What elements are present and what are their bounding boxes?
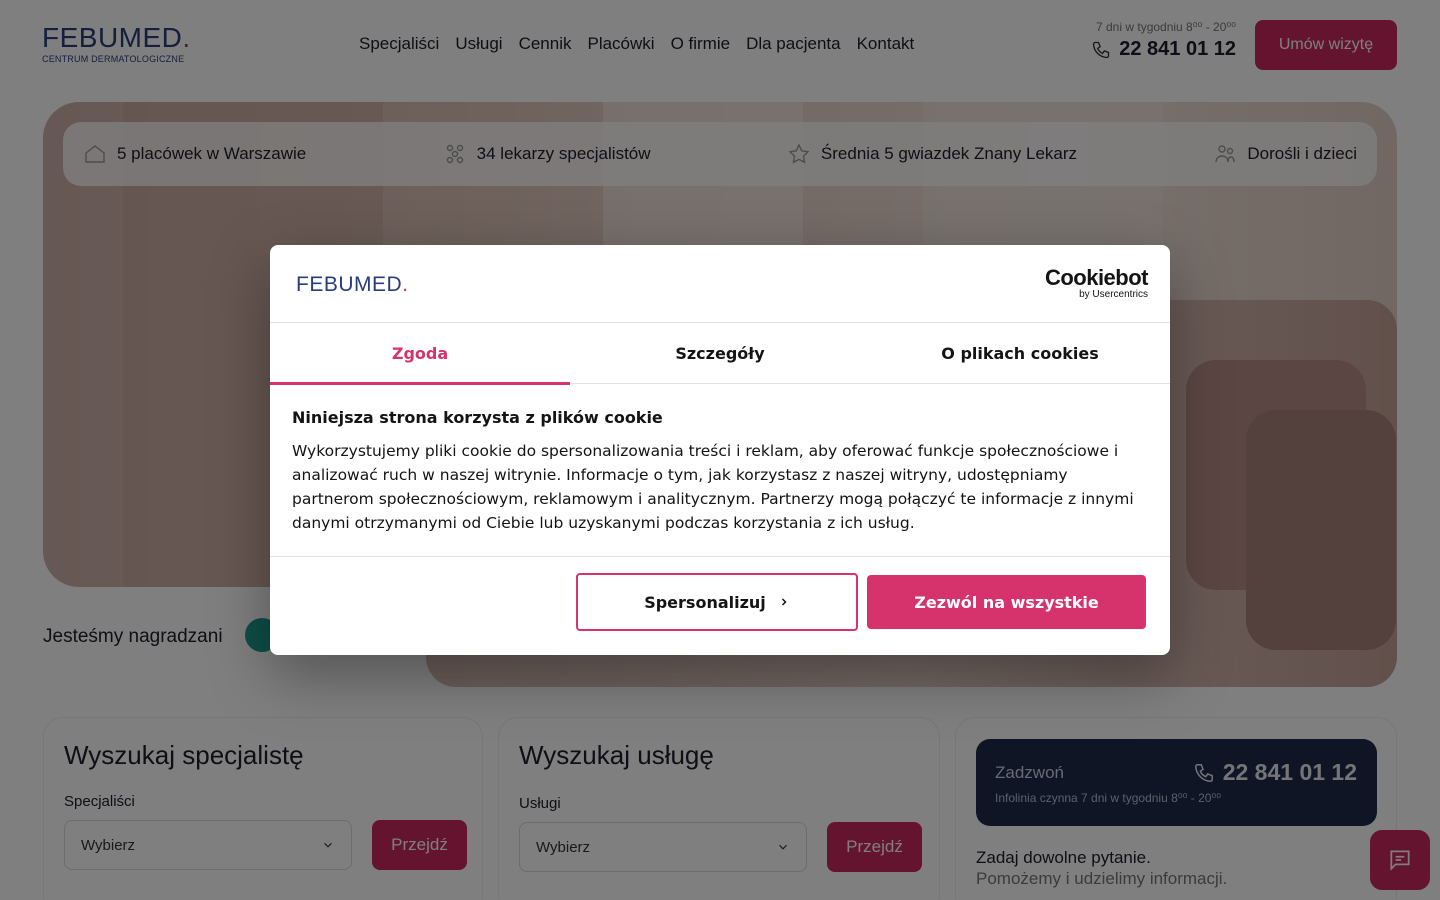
tab-about-cookies[interactable]: O plikach cookies: [870, 323, 1170, 384]
cookie-tabs: Zgoda Szczegóły O plikach cookies: [270, 323, 1170, 385]
tab-consent[interactable]: Zgoda: [270, 323, 570, 385]
cookie-body: Niniejsza strona korzysta z plików cooki…: [292, 408, 1152, 535]
cookie-dialog: FEBUMED. Cookiebot by Usercentrics Zgoda…: [270, 245, 1170, 655]
tab-details[interactable]: Szczegóły: [570, 323, 870, 384]
cookie-dialog-header: FEBUMED. Cookiebot by Usercentrics: [270, 245, 1170, 323]
cookiebot-logo[interactable]: Cookiebot by Usercentrics: [1045, 267, 1149, 301]
cookie-dialog-logo: FEBUMED.: [296, 273, 409, 296]
cookie-heading: Niniejsza strona korzysta z plików cooki…: [292, 408, 663, 427]
cookie-dialog-footer: Spersonalizuj Zezwól na wszystkie: [270, 556, 1170, 655]
allow-all-button[interactable]: Zezwól na wszystkie: [867, 575, 1146, 629]
cookie-description: Wykorzystujemy pliki cookie do spersonal…: [292, 442, 1134, 532]
personalize-button[interactable]: Spersonalizuj: [576, 573, 858, 631]
chevron-right-icon: [781, 598, 787, 606]
